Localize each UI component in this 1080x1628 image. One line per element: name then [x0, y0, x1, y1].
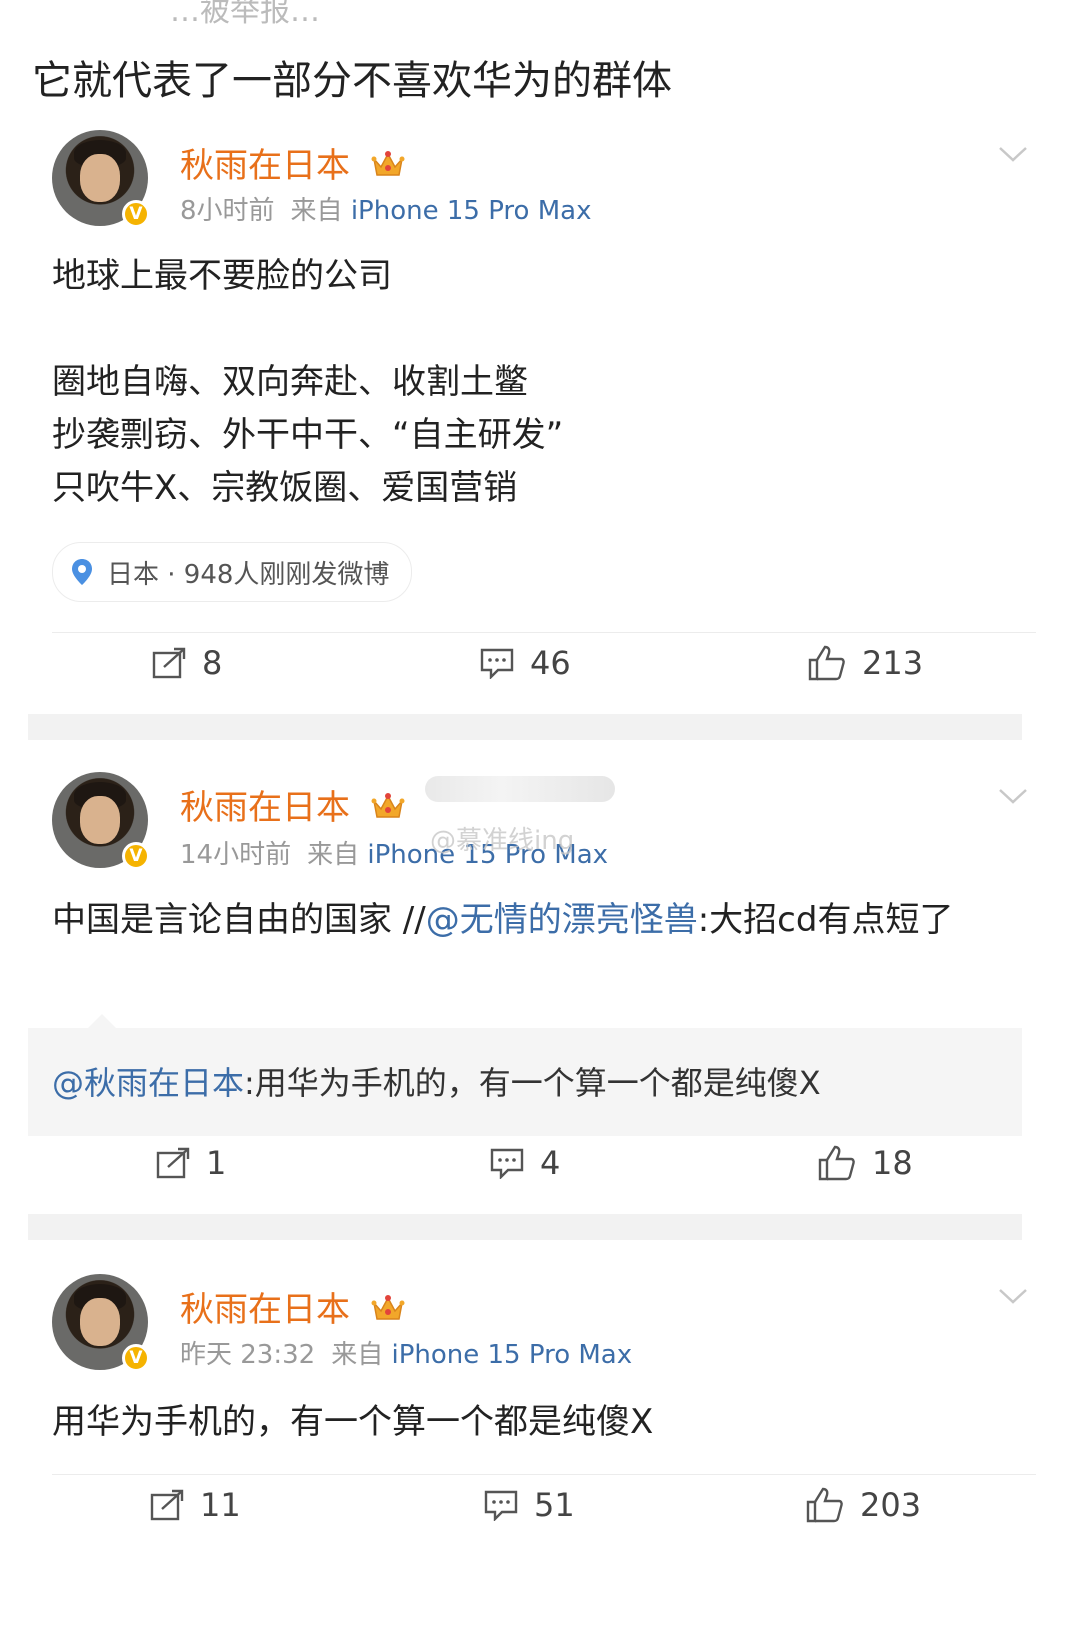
post-meta: 8小时前 来自 iPhone 15 Pro Max — [180, 190, 591, 227]
blurred-overlay — [425, 776, 615, 802]
quoted-text: @秋雨在日本:用华为手机的，有一个算一个都是纯傻X — [52, 1058, 821, 1104]
content-line: 地球上最不要脸的公司 — [52, 256, 392, 296]
avatar-face — [80, 1298, 120, 1346]
comment-button[interactable]: 46 — [480, 644, 571, 682]
page-title: 它就代表了一部分不喜欢华为的群体 — [32, 58, 672, 104]
username[interactable]: 秋雨在日本 — [180, 780, 405, 829]
repost-button[interactable]: 1 — [156, 1144, 226, 1182]
action-bar: 8 46 213 — [28, 644, 1052, 704]
quote-pointer — [88, 1014, 116, 1028]
post-meta: 昨天 23:32 来自 iPhone 15 Pro Max — [180, 1334, 632, 1371]
post-card[interactable]: V 秋雨在日本 14小时前 来自 iPhone 15 Pro Max 中国是言论自… — [28, 740, 1052, 1214]
repost-button[interactable]: 8 — [152, 644, 222, 682]
username-text[interactable]: 秋雨在日本 — [180, 788, 350, 828]
section-gap — [28, 1214, 1022, 1240]
content-text: :大招cd有点短了 — [697, 900, 954, 940]
watermark: @慕准线ing — [430, 826, 575, 856]
thumbs-up-icon — [806, 1487, 843, 1523]
crown-icon — [371, 151, 405, 176]
post-content: 中国是言论自由的国家 //@无情的漂亮怪兽:大招cd有点短了 — [52, 894, 1012, 947]
username[interactable]: 秋雨在日本 — [180, 138, 405, 187]
action-bar: 1 4 18 — [28, 1144, 1052, 1204]
location-pin-icon — [72, 559, 92, 585]
chevron-down-icon[interactable] — [998, 1286, 1028, 1306]
comment-icon — [480, 648, 514, 679]
divider — [52, 1474, 1036, 1475]
section-gap — [28, 714, 1022, 740]
username-text[interactable]: 秋雨在日本 — [180, 146, 350, 186]
content-line — [52, 303, 1012, 356]
crown-icon — [371, 1295, 405, 1320]
like-count: 213 — [862, 644, 924, 682]
divider — [52, 632, 1036, 633]
top-cut-text: …被举报… — [170, 0, 320, 29]
like-button[interactable]: 213 — [808, 644, 923, 682]
content-line: 抄袭剽窃、外干中干、“自主研发” — [52, 415, 564, 455]
verified-badge-icon: V — [122, 200, 150, 228]
username-text[interactable]: 秋雨在日本 — [180, 1290, 350, 1330]
like-button[interactable]: 203 — [806, 1486, 921, 1524]
location-chip[interactable]: 日本 · 948人刚刚发微博 — [52, 542, 413, 602]
avatar[interactable]: V — [52, 1274, 150, 1372]
repost-icon — [156, 1147, 190, 1179]
comment-count: 46 — [530, 644, 571, 682]
repost-icon — [152, 647, 186, 679]
username[interactable]: 秋雨在日本 — [180, 1282, 405, 1331]
post-time: 14小时前 — [180, 840, 292, 870]
post-source-prefix: 来自 — [290, 196, 343, 226]
avatar[interactable]: V — [52, 130, 150, 228]
avatar-face — [80, 796, 120, 844]
like-button[interactable]: 18 — [818, 1144, 913, 1182]
repost-count: 8 — [202, 644, 223, 682]
verified-badge-icon: V — [122, 842, 150, 870]
crown-icon — [371, 793, 405, 818]
location-text: 日本 · 948人刚刚发微博 — [107, 559, 390, 590]
chevron-down-icon[interactable] — [998, 786, 1028, 806]
avatar-face — [80, 154, 120, 202]
thumbs-up-icon — [818, 1145, 855, 1181]
content-line: 圈地自嗨、双向奔赴、收割土鳖 — [52, 362, 528, 402]
quoted-content: :用华为手机的，有一个算一个都是纯傻X — [244, 1064, 821, 1102]
verified-badge-icon: V — [122, 1344, 150, 1372]
comment-count: 4 — [540, 1144, 561, 1182]
post-source-prefix: 来自 — [331, 1340, 384, 1370]
post-time: 昨天 23:32 — [180, 1340, 316, 1370]
repost-icon — [150, 1489, 184, 1521]
comment-icon — [484, 1490, 518, 1521]
like-count: 203 — [860, 1486, 922, 1524]
repost-count: 1 — [206, 1144, 227, 1182]
mention-link[interactable]: @无情的漂亮怪兽 — [426, 900, 698, 940]
repost-count: 11 — [200, 1486, 241, 1524]
post-device: iPhone 15 Pro Max — [391, 1340, 633, 1370]
content-paragraph: 用华为手机的，有一个算一个都是纯傻X — [52, 1402, 654, 1442]
content-line: 只吹牛X、宗教饭圈、爱国营销 — [52, 468, 518, 508]
like-count: 18 — [872, 1144, 913, 1182]
quoted-mention-link[interactable]: @秋雨在日本 — [52, 1064, 244, 1102]
repost-button[interactable]: 11 — [150, 1486, 241, 1524]
avatar[interactable]: V — [52, 772, 150, 870]
action-bar: 11 51 203 — [28, 1486, 1052, 1546]
thumbs-up-icon — [808, 645, 845, 681]
post-content: 用华为手机的，有一个算一个都是纯傻X — [52, 1396, 1012, 1449]
post-content: 地球上最不要脸的公司 圈地自嗨、双向奔赴、收割土鳖 抄袭剽窃、外干中干、“自主研… — [52, 250, 1012, 515]
content-paragraph: 中国是言论自由的国家 //@无情的漂亮怪兽:大招cd有点短了 — [52, 894, 1012, 947]
post-time: 8小时前 — [180, 196, 275, 226]
post-card[interactable]: V 秋雨在日本 8小时前 来自 iPhone 15 Pro Max 地球上最不要脸… — [28, 118, 1052, 714]
content-text: 中国是言论自由的国家 // — [52, 900, 426, 940]
comment-icon — [490, 1148, 524, 1179]
post-card[interactable]: V 秋雨在日本 昨天 23:32 来自 iPhone 15 Pro Max 用华为… — [28, 1240, 1052, 1628]
comment-count: 51 — [534, 1486, 575, 1524]
quoted-post[interactable]: @秋雨在日本:用华为手机的，有一个算一个都是纯傻X — [28, 1014, 1022, 1136]
post-device: iPhone 15 Pro Max — [350, 196, 592, 226]
post-source-prefix: 来自 — [307, 840, 360, 870]
chevron-down-icon[interactable] — [998, 144, 1028, 164]
comment-button[interactable]: 4 — [490, 1144, 560, 1182]
comment-button[interactable]: 51 — [484, 1486, 575, 1524]
